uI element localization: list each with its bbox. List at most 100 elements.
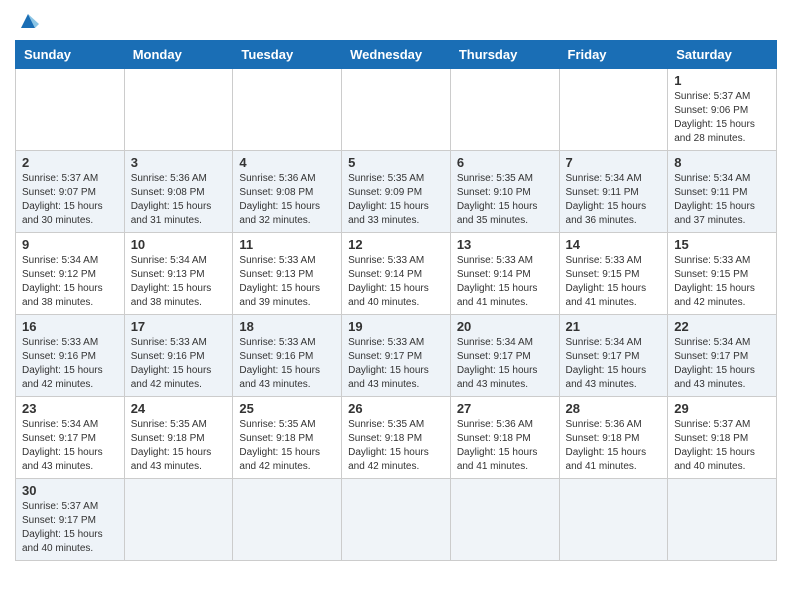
day-info: Sunrise: 5:34 AM Sunset: 9:11 PM Dayligh…	[566, 172, 662, 228]
day-number: 16	[22, 319, 118, 334]
calendar-day-cell: 10 Sunrise: 5:34 AM Sunset: 9:13 PM Dayli…	[124, 233, 233, 315]
day-info: Sunrise: 5:33 AM Sunset: 9:16 PM Dayligh…	[131, 336, 227, 392]
day-info: Sunrise: 5:35 AM Sunset: 9:18 PM Dayligh…	[348, 418, 444, 474]
calendar-day-cell: 22 Sunrise: 5:34 AM Sunset: 9:17 PM Dayli…	[668, 315, 777, 397]
calendar-empty-cell	[233, 69, 342, 151]
day-number: 22	[674, 319, 770, 334]
calendar-week-row: 9 Sunrise: 5:34 AM Sunset: 9:12 PM Daylig…	[16, 233, 777, 315]
day-info: Sunrise: 5:36 AM Sunset: 9:18 PM Dayligh…	[457, 418, 553, 474]
day-number: 1	[674, 73, 770, 88]
day-info: Sunrise: 5:35 AM Sunset: 9:18 PM Dayligh…	[239, 418, 335, 474]
day-info: Sunrise: 5:33 AM Sunset: 9:15 PM Dayligh…	[566, 254, 662, 310]
weekday-header-friday: Friday	[559, 41, 668, 69]
logo	[15, 10, 39, 32]
day-info: Sunrise: 5:36 AM Sunset: 9:18 PM Dayligh…	[566, 418, 662, 474]
day-info: Sunrise: 5:34 AM Sunset: 9:17 PM Dayligh…	[674, 336, 770, 392]
day-number: 15	[674, 237, 770, 252]
day-number: 13	[457, 237, 553, 252]
calendar-empty-cell	[124, 479, 233, 561]
calendar-empty-cell	[559, 69, 668, 151]
day-number: 7	[566, 155, 662, 170]
calendar-day-cell: 20Sunrise: 5:34 AM Sunset: 9:17 PM Dayli…	[450, 315, 559, 397]
calendar-empty-cell	[124, 69, 233, 151]
page-header	[15, 10, 777, 32]
day-info: Sunrise: 5:33 AM Sunset: 9:14 PM Dayligh…	[457, 254, 553, 310]
calendar-day-cell: 8 Sunrise: 5:34 AM Sunset: 9:11 PM Daylig…	[668, 151, 777, 233]
day-info: Sunrise: 5:33 AM Sunset: 9:13 PM Dayligh…	[239, 254, 335, 310]
calendar-day-cell: 2Sunrise: 5:37 AM Sunset: 9:07 PM Daylig…	[16, 151, 125, 233]
weekday-header-row: SundayMondayTuesdayWednesdayThursdayFrid…	[16, 41, 777, 69]
calendar-empty-cell	[668, 479, 777, 561]
calendar-day-cell: 28 Sunrise: 5:36 AM Sunset: 9:18 PM Dayli…	[559, 397, 668, 479]
calendar-day-cell: 11Sunrise: 5:33 AM Sunset: 9:13 PM Dayli…	[233, 233, 342, 315]
day-info: Sunrise: 5:33 AM Sunset: 9:14 PM Dayligh…	[348, 254, 444, 310]
weekday-header-saturday: Saturday	[668, 41, 777, 69]
day-number: 18	[239, 319, 335, 334]
calendar-day-cell: 15 Sunrise: 5:33 AM Sunset: 9:15 PM Dayli…	[668, 233, 777, 315]
day-number: 28	[566, 401, 662, 416]
day-number: 25	[239, 401, 335, 416]
calendar-day-cell: 12 Sunrise: 5:33 AM Sunset: 9:14 PM Dayli…	[342, 233, 451, 315]
calendar-day-cell: 6 Sunrise: 5:35 AM Sunset: 9:10 PM Daylig…	[450, 151, 559, 233]
day-info: Sunrise: 5:37 AM Sunset: 9:17 PM Dayligh…	[22, 500, 118, 556]
calendar-day-cell: 9 Sunrise: 5:34 AM Sunset: 9:12 PM Daylig…	[16, 233, 125, 315]
day-number: 9	[22, 237, 118, 252]
calendar-day-cell: 29Sunrise: 5:37 AM Sunset: 9:18 PM Dayli…	[668, 397, 777, 479]
calendar-day-cell: 7 Sunrise: 5:34 AM Sunset: 9:11 PM Daylig…	[559, 151, 668, 233]
day-info: Sunrise: 5:33 AM Sunset: 9:15 PM Dayligh…	[674, 254, 770, 310]
weekday-header-sunday: Sunday	[16, 41, 125, 69]
calendar-day-cell: 30Sunrise: 5:37 AM Sunset: 9:17 PM Dayli…	[16, 479, 125, 561]
day-number: 20	[457, 319, 553, 334]
calendar-empty-cell	[233, 479, 342, 561]
calendar-week-row: 23Sunrise: 5:34 AM Sunset: 9:17 PM Dayli…	[16, 397, 777, 479]
day-info: Sunrise: 5:33 AM Sunset: 9:16 PM Dayligh…	[22, 336, 118, 392]
day-info: Sunrise: 5:33 AM Sunset: 9:16 PM Dayligh…	[239, 336, 335, 392]
calendar-empty-cell	[342, 69, 451, 151]
calendar-week-row: 2Sunrise: 5:37 AM Sunset: 9:07 PM Daylig…	[16, 151, 777, 233]
calendar-table: SundayMondayTuesdayWednesdayThursdayFrid…	[15, 40, 777, 561]
calendar-day-cell: 19Sunrise: 5:33 AM Sunset: 9:17 PM Dayli…	[342, 315, 451, 397]
calendar-day-cell: 18 Sunrise: 5:33 AM Sunset: 9:16 PM Dayli…	[233, 315, 342, 397]
calendar-week-row: 16 Sunrise: 5:33 AM Sunset: 9:16 PM Dayli…	[16, 315, 777, 397]
day-info: Sunrise: 5:35 AM Sunset: 9:18 PM Dayligh…	[131, 418, 227, 474]
calendar-empty-cell	[450, 479, 559, 561]
calendar-day-cell: 25 Sunrise: 5:35 AM Sunset: 9:18 PM Dayli…	[233, 397, 342, 479]
day-info: Sunrise: 5:34 AM Sunset: 9:13 PM Dayligh…	[131, 254, 227, 310]
day-number: 10	[131, 237, 227, 252]
day-number: 29	[674, 401, 770, 416]
day-info: Sunrise: 5:34 AM Sunset: 9:17 PM Dayligh…	[566, 336, 662, 392]
calendar-week-row: 1 Sunrise: 5:37 AM Sunset: 9:06 PM Daylig…	[16, 69, 777, 151]
calendar-day-cell: 24 Sunrise: 5:35 AM Sunset: 9:18 PM Dayli…	[124, 397, 233, 479]
day-info: Sunrise: 5:37 AM Sunset: 9:07 PM Dayligh…	[22, 172, 118, 228]
day-info: Sunrise: 5:33 AM Sunset: 9:17 PM Dayligh…	[348, 336, 444, 392]
calendar-empty-cell	[559, 479, 668, 561]
day-number: 5	[348, 155, 444, 170]
calendar-empty-cell	[16, 69, 125, 151]
calendar-day-cell: 27 Sunrise: 5:36 AM Sunset: 9:18 PM Dayli…	[450, 397, 559, 479]
day-number: 4	[239, 155, 335, 170]
calendar-day-cell: 17 Sunrise: 5:33 AM Sunset: 9:16 PM Dayli…	[124, 315, 233, 397]
day-number: 6	[457, 155, 553, 170]
day-info: Sunrise: 5:35 AM Sunset: 9:10 PM Dayligh…	[457, 172, 553, 228]
day-number: 27	[457, 401, 553, 416]
day-number: 8	[674, 155, 770, 170]
logo-area	[15, 10, 39, 32]
weekday-header-monday: Monday	[124, 41, 233, 69]
day-info: Sunrise: 5:37 AM Sunset: 9:06 PM Dayligh…	[674, 90, 770, 146]
day-number: 3	[131, 155, 227, 170]
day-info: Sunrise: 5:36 AM Sunset: 9:08 PM Dayligh…	[131, 172, 227, 228]
calendar-day-cell: 23Sunrise: 5:34 AM Sunset: 9:17 PM Dayli…	[16, 397, 125, 479]
logo-triangle-icon	[17, 10, 39, 32]
calendar-empty-cell	[450, 69, 559, 151]
day-info: Sunrise: 5:34 AM Sunset: 9:12 PM Dayligh…	[22, 254, 118, 310]
day-info: Sunrise: 5:34 AM Sunset: 9:17 PM Dayligh…	[22, 418, 118, 474]
day-info: Sunrise: 5:34 AM Sunset: 9:11 PM Dayligh…	[674, 172, 770, 228]
day-number: 14	[566, 237, 662, 252]
day-info: Sunrise: 5:36 AM Sunset: 9:08 PM Dayligh…	[239, 172, 335, 228]
calendar-day-cell: 13 Sunrise: 5:33 AM Sunset: 9:14 PM Dayli…	[450, 233, 559, 315]
day-number: 21	[566, 319, 662, 334]
day-number: 12	[348, 237, 444, 252]
day-number: 26	[348, 401, 444, 416]
day-number: 24	[131, 401, 227, 416]
day-number: 17	[131, 319, 227, 334]
